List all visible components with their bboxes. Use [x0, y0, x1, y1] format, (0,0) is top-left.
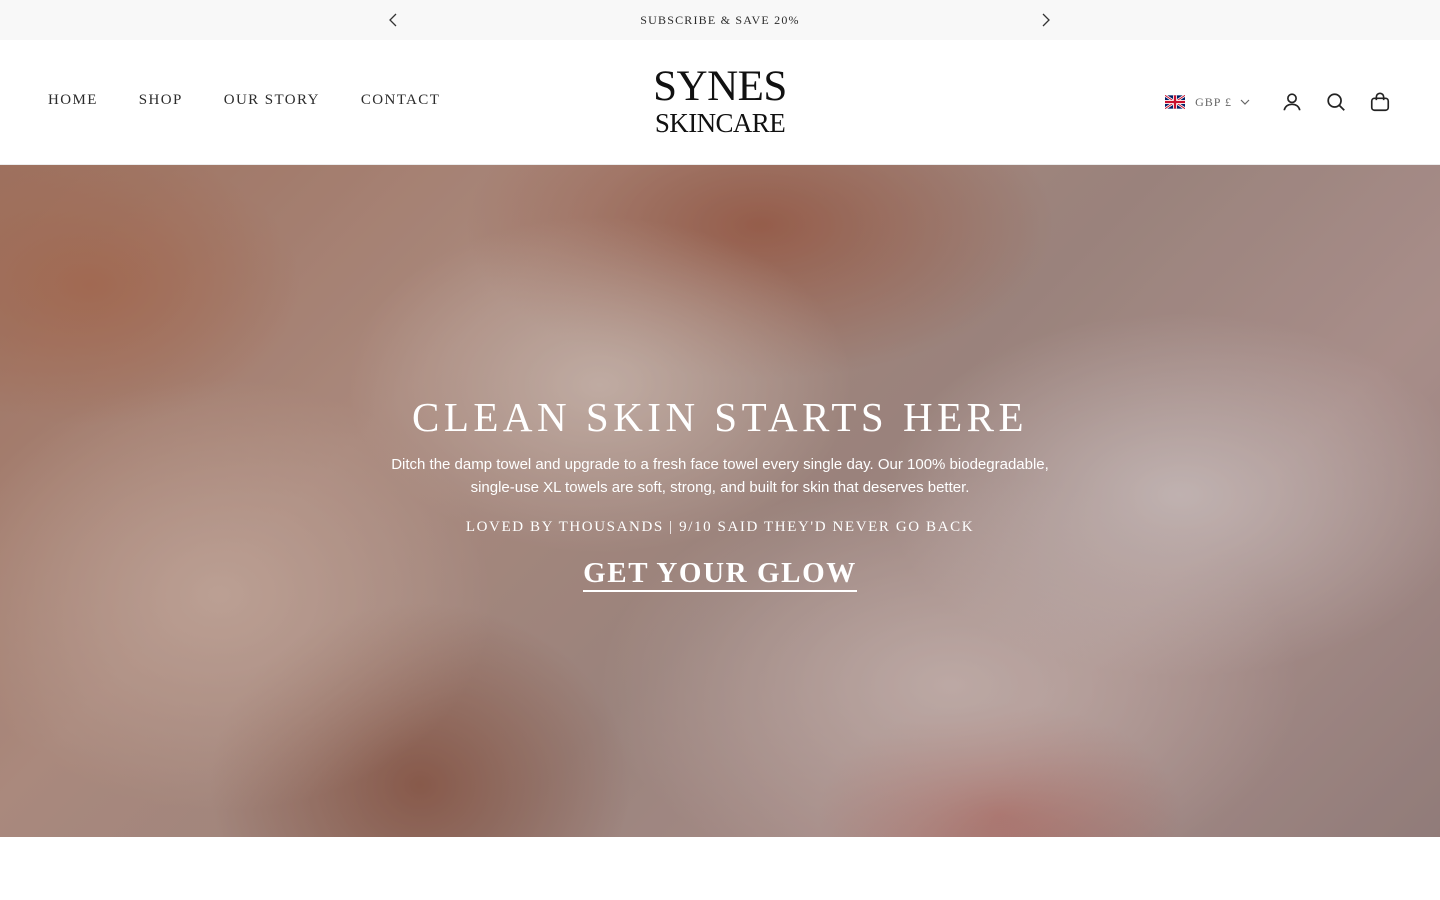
hero-tagline: LOVED BY THOUSANDS | 9/10 SAID THEY'D NE… — [465, 519, 975, 535]
uk-flag-icon — [1165, 95, 1186, 109]
header-actions: GBP £ — [1165, 90, 1392, 114]
announcement-bar: SUBSCRIBE & SAVE 20% — [0, 0, 1440, 40]
hero-banner: CLEAN SKIN STARTS HERE Ditch the damp to… — [0, 165, 1440, 837]
chevron-right-icon[interactable] — [1037, 11, 1055, 29]
main-nav: HOME SHOP OUR STORY CONTACT — [48, 92, 481, 109]
nav-item-our-story[interactable]: OUR STORY — [224, 92, 320, 109]
get-your-glow-link[interactable]: GET YOUR GLOW — [583, 556, 857, 592]
account-icon[interactable] — [1280, 90, 1304, 114]
hero-description: Ditch the damp towel and upgrade to a fr… — [391, 456, 1049, 496]
nav-item-shop[interactable]: SHOP — [139, 92, 183, 109]
cart-icon[interactable] — [1368, 90, 1392, 114]
hero-title: CLEAN SKIN STARTS HERE — [411, 394, 1029, 440]
site-header: HOME SHOP OUR STORY CONTACT SYNES SKINCA… — [0, 40, 1440, 165]
site-logo[interactable]: SYNES SKINCARE — [640, 63, 800, 138]
logo-line-2: SKINCARE — [654, 108, 786, 138]
logo-line-1: SYNES — [653, 63, 787, 110]
search-icon[interactable] — [1324, 90, 1348, 114]
chevron-down-icon — [1240, 99, 1250, 105]
nav-item-contact[interactable]: CONTACT — [361, 92, 440, 109]
hero-content: CLEAN SKIN STARTS HERE Ditch the damp to… — [0, 165, 1440, 837]
announcement-text[interactable]: SUBSCRIBE & SAVE 20% — [640, 13, 799, 28]
currency-label: GBP £ — [1195, 94, 1232, 109]
currency-selector[interactable]: GBP £ — [1165, 95, 1250, 110]
chevron-left-icon[interactable] — [384, 11, 402, 29]
nav-item-home[interactable]: HOME — [48, 92, 98, 109]
